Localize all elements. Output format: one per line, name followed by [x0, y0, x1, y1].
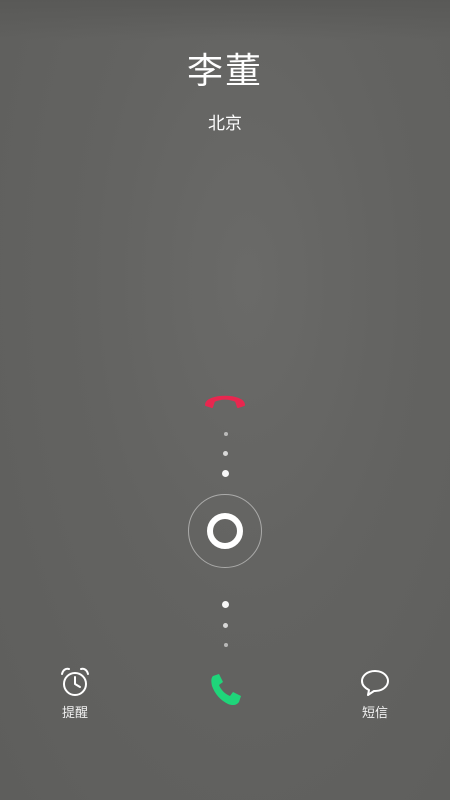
- swipe-up-indicator-dot: [223, 451, 228, 456]
- remind-label: 提醒: [61, 706, 88, 721]
- caller-location: 北京: [208, 114, 242, 134]
- phone-answer-icon[interactable]: [206, 670, 246, 710]
- swipe-up-indicator-dot: [224, 432, 228, 436]
- status-bar-area: [0, 0, 450, 40]
- message-button[interactable]: 短信: [335, 666, 415, 721]
- message-label: 短信: [361, 706, 388, 721]
- answer-slider-knob[interactable]: [207, 513, 243, 549]
- swipe-up-indicator-dot: [222, 470, 229, 477]
- alarm-clock-icon: [61, 667, 89, 696]
- phone-hangup-icon[interactable]: [202, 386, 248, 412]
- incoming-call-screen: 李董 北京 提醒 短信: [0, 0, 450, 800]
- speech-bubble-icon: [361, 670, 389, 696]
- caller-name: 李董: [186, 51, 263, 92]
- swipe-down-indicator-dot: [223, 623, 228, 628]
- swipe-down-indicator-dot: [222, 601, 229, 608]
- remind-button[interactable]: 提醒: [35, 666, 115, 721]
- swipe-down-indicator-dot: [224, 643, 228, 647]
